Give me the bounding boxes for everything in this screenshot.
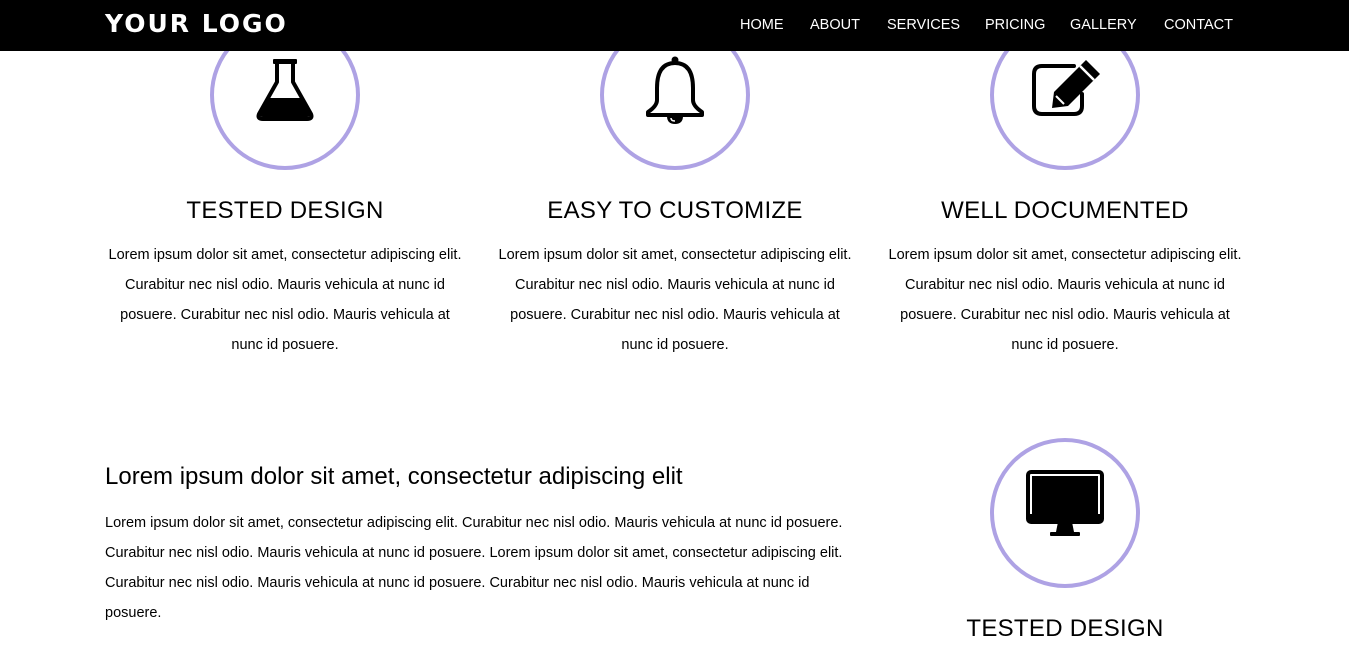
nav-about-link[interactable]: ABOUT [810, 17, 860, 33]
nav-gallery-link[interactable]: GALLERY [1070, 17, 1137, 33]
nav-pricing-link[interactable]: PRICING [985, 17, 1045, 33]
feature-text: Lorem ipsum dolor sit amet, consectetur … [498, 247, 852, 353]
monitor-icon [1026, 470, 1104, 536]
feature-icon-circle [990, 438, 1140, 588]
feature-title: EASY TO CUSTOMIZE [547, 197, 803, 224]
nav-home-link[interactable]: HOME [740, 17, 784, 33]
about-heading: Lorem ipsum dolor sit amet, consectetur … [105, 463, 683, 490]
feature-tested-design: TESTED DESIGN Lorem ipsum dolor sit amet… [105, 0, 465, 360]
feature-tested-design-2: TESTED DESIGN [885, 0, 1245, 657]
about-text: Lorem ipsum dolor sit amet, consectetur … [105, 515, 843, 621]
nav-menu: HOME ABOUT SERVICES PRICING GALLERY CONT… [0, 17, 1349, 37]
feature-text: Lorem ipsum dolor sit amet, consectetur … [108, 247, 462, 353]
flask-icon [256, 59, 314, 121]
bell-icon [646, 56, 704, 124]
feature-title: TESTED DESIGN [186, 197, 384, 224]
feature-title: TESTED DESIGN [966, 615, 1164, 642]
feature-easy-to-customize: EASY TO CUSTOMIZE Lorem ipsum dolor sit … [495, 0, 855, 360]
navbar: YOUR LOGO HOME ABOUT SERVICES PRICING GA… [0, 0, 1349, 51]
nav-contact-link[interactable]: CONTACT [1164, 17, 1233, 33]
nav-services-link[interactable]: SERVICES [887, 17, 960, 33]
